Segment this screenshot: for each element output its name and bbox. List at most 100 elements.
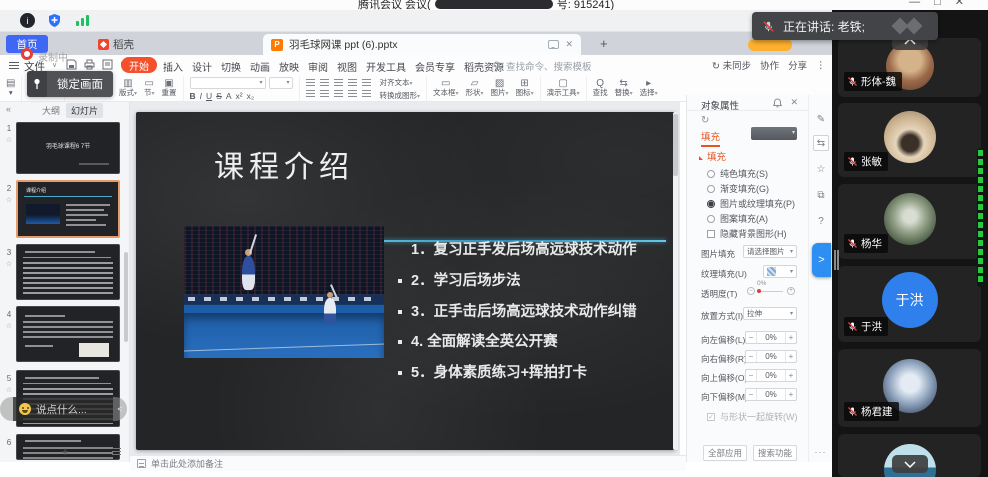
network-signal-icon[interactable] [76,15,89,26]
effects-edit-icon[interactable]: ✎ [813,111,829,127]
vip-upgrade-pill[interactable] [748,39,792,51]
bell-icon[interactable] [773,98,782,110]
slide-thumbnail-4[interactable] [16,306,120,362]
menu-item-view[interactable]: 视图 [337,59,357,74]
tab-outline[interactable]: 大纲 [42,104,60,117]
properties-switch-icon[interactable]: ⇆ [813,135,829,151]
notes-bar[interactable]: 单击此处添加备注 [130,455,686,471]
transparency-slider[interactable]: − 0% + [747,285,795,297]
slider-minus-icon[interactable]: − [747,287,755,295]
layers-window-icon[interactable]: ⧉ [813,187,829,203]
layout-button[interactable]: ▥版式▾ [119,79,137,98]
expand-video-panel-button[interactable]: > [812,243,831,277]
shape-button[interactable]: ▱形状▾ [466,79,484,98]
find-button[interactable]: Q查找 [593,79,608,98]
slider-plus-icon[interactable]: + [787,287,795,295]
section-button[interactable]: ▭节▾ [144,79,155,98]
sync-status[interactable]: ↻ 未同步 [712,58,751,72]
select-button[interactable]: ▸选择▾ [640,79,658,98]
slide-photo-badminton[interactable] [184,226,384,358]
font-family-select[interactable] [190,77,266,89]
radio-gradient-fill[interactable]: 渐变填充(G) [707,182,769,195]
collaborate-button[interactable]: 协作 [760,58,779,72]
fill-tab[interactable]: 填充 [701,129,720,147]
strikethrough-button[interactable]: S [216,91,222,101]
menu-item-transition[interactable]: 切换 [221,59,241,74]
bold-button[interactable]: B [190,91,196,101]
menu-item-insert[interactable]: 插入 [163,59,183,74]
menu-item-design[interactable]: 设计 [192,59,212,74]
kebab-menu-icon[interactable]: ⋮ [816,60,826,71]
chat-input-placeholder[interactable]: 说点什么... [36,402,87,417]
present-tools-button[interactable]: ▢演示工具▾ [547,79,580,98]
command-search[interactable]: 查找命令、搜索模板 [493,58,643,73]
picture-button[interactable]: ▨图片▾ [491,79,509,98]
meeting-info-icon[interactable]: i [20,13,35,28]
radio-solid-fill[interactable]: 纯色填充(S) [707,167,768,180]
menu-item-review[interactable]: 审阅 [308,59,328,74]
icon-button[interactable]: ⊞图标▾ [516,79,534,98]
minimize-button[interactable]: — [909,0,934,8]
collapse-panel-icon[interactable]: « [6,104,11,114]
slide-thumbnail-2-selected[interactable]: 课程介绍 [16,180,120,238]
textbox-button[interactable]: ▭文本框▾ [433,79,459,98]
slide-bullet-list[interactable]: 1．复习正手发后场高远球技术动作 2．学习后场步法 3．正手击后场高远球技术动作… [398,240,666,394]
checkbox-hide-background[interactable]: 隐藏背景图形(H) [707,227,787,240]
security-shield-icon[interactable] [47,13,62,33]
emoji-smiley-icon[interactable] [19,403,31,415]
close-panel-icon[interactable]: ✕ [790,97,798,108]
scroll-down-button[interactable] [892,455,928,473]
menu-item-animation[interactable]: 动画 [250,59,270,74]
reset-button[interactable]: ▣重置 [162,79,177,98]
underline-button[interactable]: U [206,91,212,101]
convert-to-shape-button[interactable]: 转换成图形▾ [380,90,421,101]
menu-item-member[interactable]: 会员专享 [415,59,455,74]
help-icon[interactable]: ? [813,213,829,229]
object-selector-blurred[interactable] [751,127,797,140]
close-tab-icon[interactable]: ✕ [565,39,573,50]
print-icon[interactable] [84,59,95,70]
menu-item-home[interactable]: 开始 [121,57,157,73]
superscript-button[interactable]: x² [236,91,243,101]
paragraph-align-icons[interactable] [306,79,373,99]
slide-sorter-icon[interactable] [112,448,121,455]
video-tile[interactable]: 杨华 [838,184,981,259]
placement-select[interactable]: 拉伸 [743,307,797,320]
thumbnail-scrollbar[interactable] [124,252,128,342]
search-function-button[interactable]: 搜索功能 [753,445,797,461]
tab-document[interactable]: P 羽毛球网课 ppt (6).pptx ✕ [263,34,581,55]
offset-down-stepper[interactable]: −0%+ [745,388,797,401]
apply-all-button[interactable]: 全部应用 [703,445,747,461]
refresh-icon[interactable]: ↻ [701,115,709,126]
radio-pattern-fill[interactable]: 图案填充(A) [707,212,768,225]
quick-chat-bar[interactable]: 说点什么... < [0,397,127,421]
slider-handle[interactable] [757,289,761,293]
menu-item-slideshow[interactable]: 放映 [279,59,299,74]
close-button[interactable]: ✕ [955,0,978,8]
preview-icon[interactable] [102,59,113,70]
tab-slides[interactable]: 幻灯片 [66,103,103,118]
slide-thumbnail-3[interactable] [16,244,120,300]
tab-daoke[interactable]: 稻壳 [98,35,134,53]
radio-picture-fill[interactable]: 图片或纹理填充(P) [707,197,795,210]
offset-left-stepper[interactable]: −0%+ [745,331,797,344]
menu-item-devtools[interactable]: 开发工具 [366,59,406,74]
comment-icon[interactable] [548,40,559,49]
slide-canvas[interactable]: 课程介绍 1．复习正手发后场高远球技术动作 2．学习后场步法 3．正手击后场高远… [136,112,676,450]
subscript-button[interactable]: x₂ [247,91,255,101]
texture-fill-select[interactable] [763,265,797,278]
add-slide-button[interactable]: + [0,444,130,462]
maximize-button[interactable]: □ [934,0,955,8]
video-tile[interactable]: 于洪 于洪 [838,266,981,342]
replace-button[interactable]: ⇆替换▾ [615,79,633,98]
panel-drag-handle[interactable] [834,250,839,270]
font-size-select[interactable] [269,77,293,89]
menu-icon[interactable] [9,62,19,69]
align-text-button[interactable]: 对齐文本▾ [380,77,421,88]
new-tab-button[interactable]: + [600,36,608,51]
offset-up-stepper[interactable]: −0%+ [745,369,797,382]
offset-right-stepper[interactable]: −0%+ [745,350,797,363]
share-button[interactable]: 分享 [788,58,807,72]
paste-button[interactable]: ▤▾ [6,79,15,98]
font-color-button[interactable]: A [226,91,232,101]
